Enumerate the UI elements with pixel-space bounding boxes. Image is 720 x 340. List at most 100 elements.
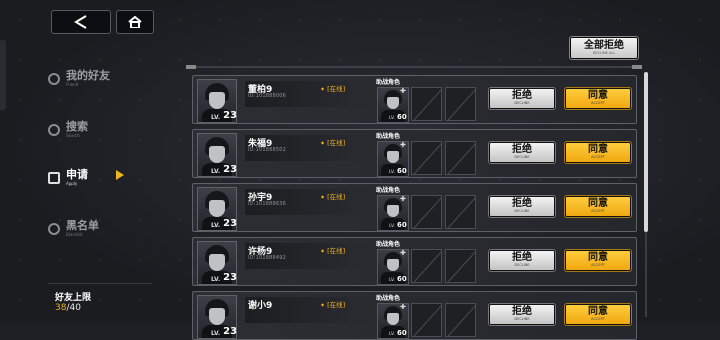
- accept-button[interactable]: 同意 ACCEPT: [564, 195, 632, 218]
- accept-label: 同意: [588, 144, 608, 156]
- home-icon: [128, 16, 142, 28]
- empty-slot: [445, 141, 476, 175]
- empty-slot: [445, 249, 476, 283]
- back-arrow-icon: [74, 15, 87, 29]
- friend-count: 38: [55, 303, 67, 313]
- reject-label: 拒绝: [512, 198, 532, 210]
- list-top-rule: [186, 65, 642, 69]
- accept-button[interactable]: 同意 ACCEPT: [564, 87, 632, 110]
- sidebar-item-label: 申请: [66, 168, 88, 181]
- sidebar-item-label: 搜索: [66, 120, 88, 133]
- level-badge: LV. 23: [197, 325, 245, 337]
- plus-icon: ✚: [400, 87, 406, 95]
- sidebar-item-sub: Apply: [66, 181, 78, 186]
- plus-icon: ✚: [400, 141, 406, 149]
- home-button[interactable]: [116, 10, 154, 34]
- sidebar-item-friends[interactable]: 我的好友 Friend: [48, 70, 110, 87]
- plus-icon: ✚: [400, 303, 406, 311]
- level-value: 23: [223, 164, 238, 175]
- support-level-value: 60: [396, 113, 407, 121]
- reject-all-sub: DECLINE ALL: [592, 50, 616, 55]
- level-value: 23: [223, 110, 238, 121]
- plus-icon: ✚: [400, 249, 406, 257]
- support-level-tag: LV.: [389, 332, 395, 337]
- sidebar-item-search[interactable]: 搜索 Search: [48, 121, 88, 138]
- reject-label: 拒绝: [512, 90, 532, 102]
- support-label: 助战角色: [376, 241, 401, 248]
- support-level: LV. 60: [389, 275, 407, 283]
- support-level-tag: LV.: [389, 170, 395, 175]
- empty-slot: [445, 303, 476, 337]
- support-level: LV. 60: [389, 167, 407, 175]
- friend-limit-label: 好友上限: [55, 293, 92, 303]
- accept-sub: ACCEPT: [591, 155, 605, 160]
- reject-sub: DECLINE: [514, 155, 530, 160]
- empty-slot: [411, 249, 442, 283]
- empty-slot: [411, 87, 442, 121]
- player-id: ID:101888502: [248, 147, 287, 153]
- blacklist-icon: [48, 222, 60, 235]
- accept-sub: ACCEPT: [591, 101, 605, 106]
- plus-icon: ✚: [400, 195, 406, 203]
- sidebar-item-sub: Blacklist: [66, 232, 83, 237]
- friend-limit-value: 38/40: [55, 303, 81, 313]
- online-status: [在线]: [321, 83, 345, 93]
- reject-button[interactable]: 拒绝 DECLINE: [488, 141, 556, 164]
- accept-button[interactable]: 同意 ACCEPT: [564, 249, 632, 272]
- accept-label: 同意: [588, 90, 608, 102]
- level-value: 23: [223, 218, 238, 229]
- support-level-value: 60: [396, 275, 407, 283]
- support-label: 助战角色: [376, 187, 401, 194]
- empty-slot: [445, 195, 476, 229]
- request-row: LV. 23 谢小9 [在线] 助战角色 ✚ LV. 60 拒绝 DECLINE…: [192, 291, 637, 340]
- scrollbar[interactable]: [644, 72, 648, 317]
- support-label: 助战角色: [376, 79, 401, 86]
- online-status: [在线]: [321, 299, 345, 309]
- accept-label: 同意: [588, 252, 608, 264]
- support-label: 助战角色: [376, 295, 401, 302]
- apply-icon: [48, 171, 60, 184]
- level-badge: LV. 23: [197, 109, 245, 121]
- reject-button[interactable]: 拒绝 DECLINE: [488, 87, 556, 110]
- empty-slot: [445, 87, 476, 121]
- player-id: ID:101888492: [248, 255, 287, 261]
- player-name: 谢小9: [248, 301, 273, 311]
- sidebar-item-sub: Search: [66, 133, 80, 138]
- divider: [48, 283, 152, 284]
- level-badge: LV. 23: [197, 163, 245, 175]
- support-level-value: 60: [396, 221, 407, 229]
- empty-slot: [411, 303, 442, 337]
- accept-label: 同意: [588, 306, 608, 318]
- support-level: LV. 60: [389, 329, 407, 337]
- support-level-value: 60: [396, 167, 407, 175]
- back-button[interactable]: [51, 10, 111, 34]
- support-level-tag: LV.: [389, 278, 395, 283]
- accept-sub: ACCEPT: [591, 263, 605, 268]
- reject-all-button[interactable]: 全部拒绝 DECLINE ALL: [569, 36, 639, 60]
- friend-icon: [48, 72, 60, 85]
- reject-button[interactable]: 拒绝 DECLINE: [488, 249, 556, 272]
- scrollbar-thumb[interactable]: [644, 72, 648, 232]
- level-badge: LV. 23: [197, 271, 245, 283]
- accept-label: 同意: [588, 198, 608, 210]
- empty-slot: [411, 195, 442, 229]
- player-id: ID:101888006: [248, 93, 287, 99]
- sidebar-item-label: 黑名单: [66, 219, 99, 232]
- player-id: ID:101888636: [248, 201, 287, 207]
- accept-sub: ACCEPT: [591, 317, 605, 322]
- level-tag: LV.: [211, 276, 221, 283]
- request-row: LV. 23 朱福9 ID:101888502 [在线] 助战角色 ✚ LV. …: [192, 129, 637, 178]
- accept-sub: ACCEPT: [591, 209, 605, 214]
- level-badge: LV. 23: [197, 217, 245, 229]
- reject-button[interactable]: 拒绝 DECLINE: [488, 195, 556, 218]
- reject-sub: DECLINE: [514, 209, 530, 214]
- search-icon: [48, 123, 60, 136]
- friend-max: /40: [66, 303, 81, 313]
- reject-all-label: 全部拒绝: [584, 39, 624, 51]
- support-level-value: 60: [396, 329, 407, 337]
- support-level: LV. 60: [389, 221, 407, 229]
- sidebar-item-apply[interactable]: 申请 Apply: [48, 169, 88, 186]
- accept-button[interactable]: 同意 ACCEPT: [564, 141, 632, 164]
- sidebar-item-blacklist[interactable]: 黑名单 Blacklist: [48, 220, 99, 237]
- level-value: 23: [223, 272, 238, 283]
